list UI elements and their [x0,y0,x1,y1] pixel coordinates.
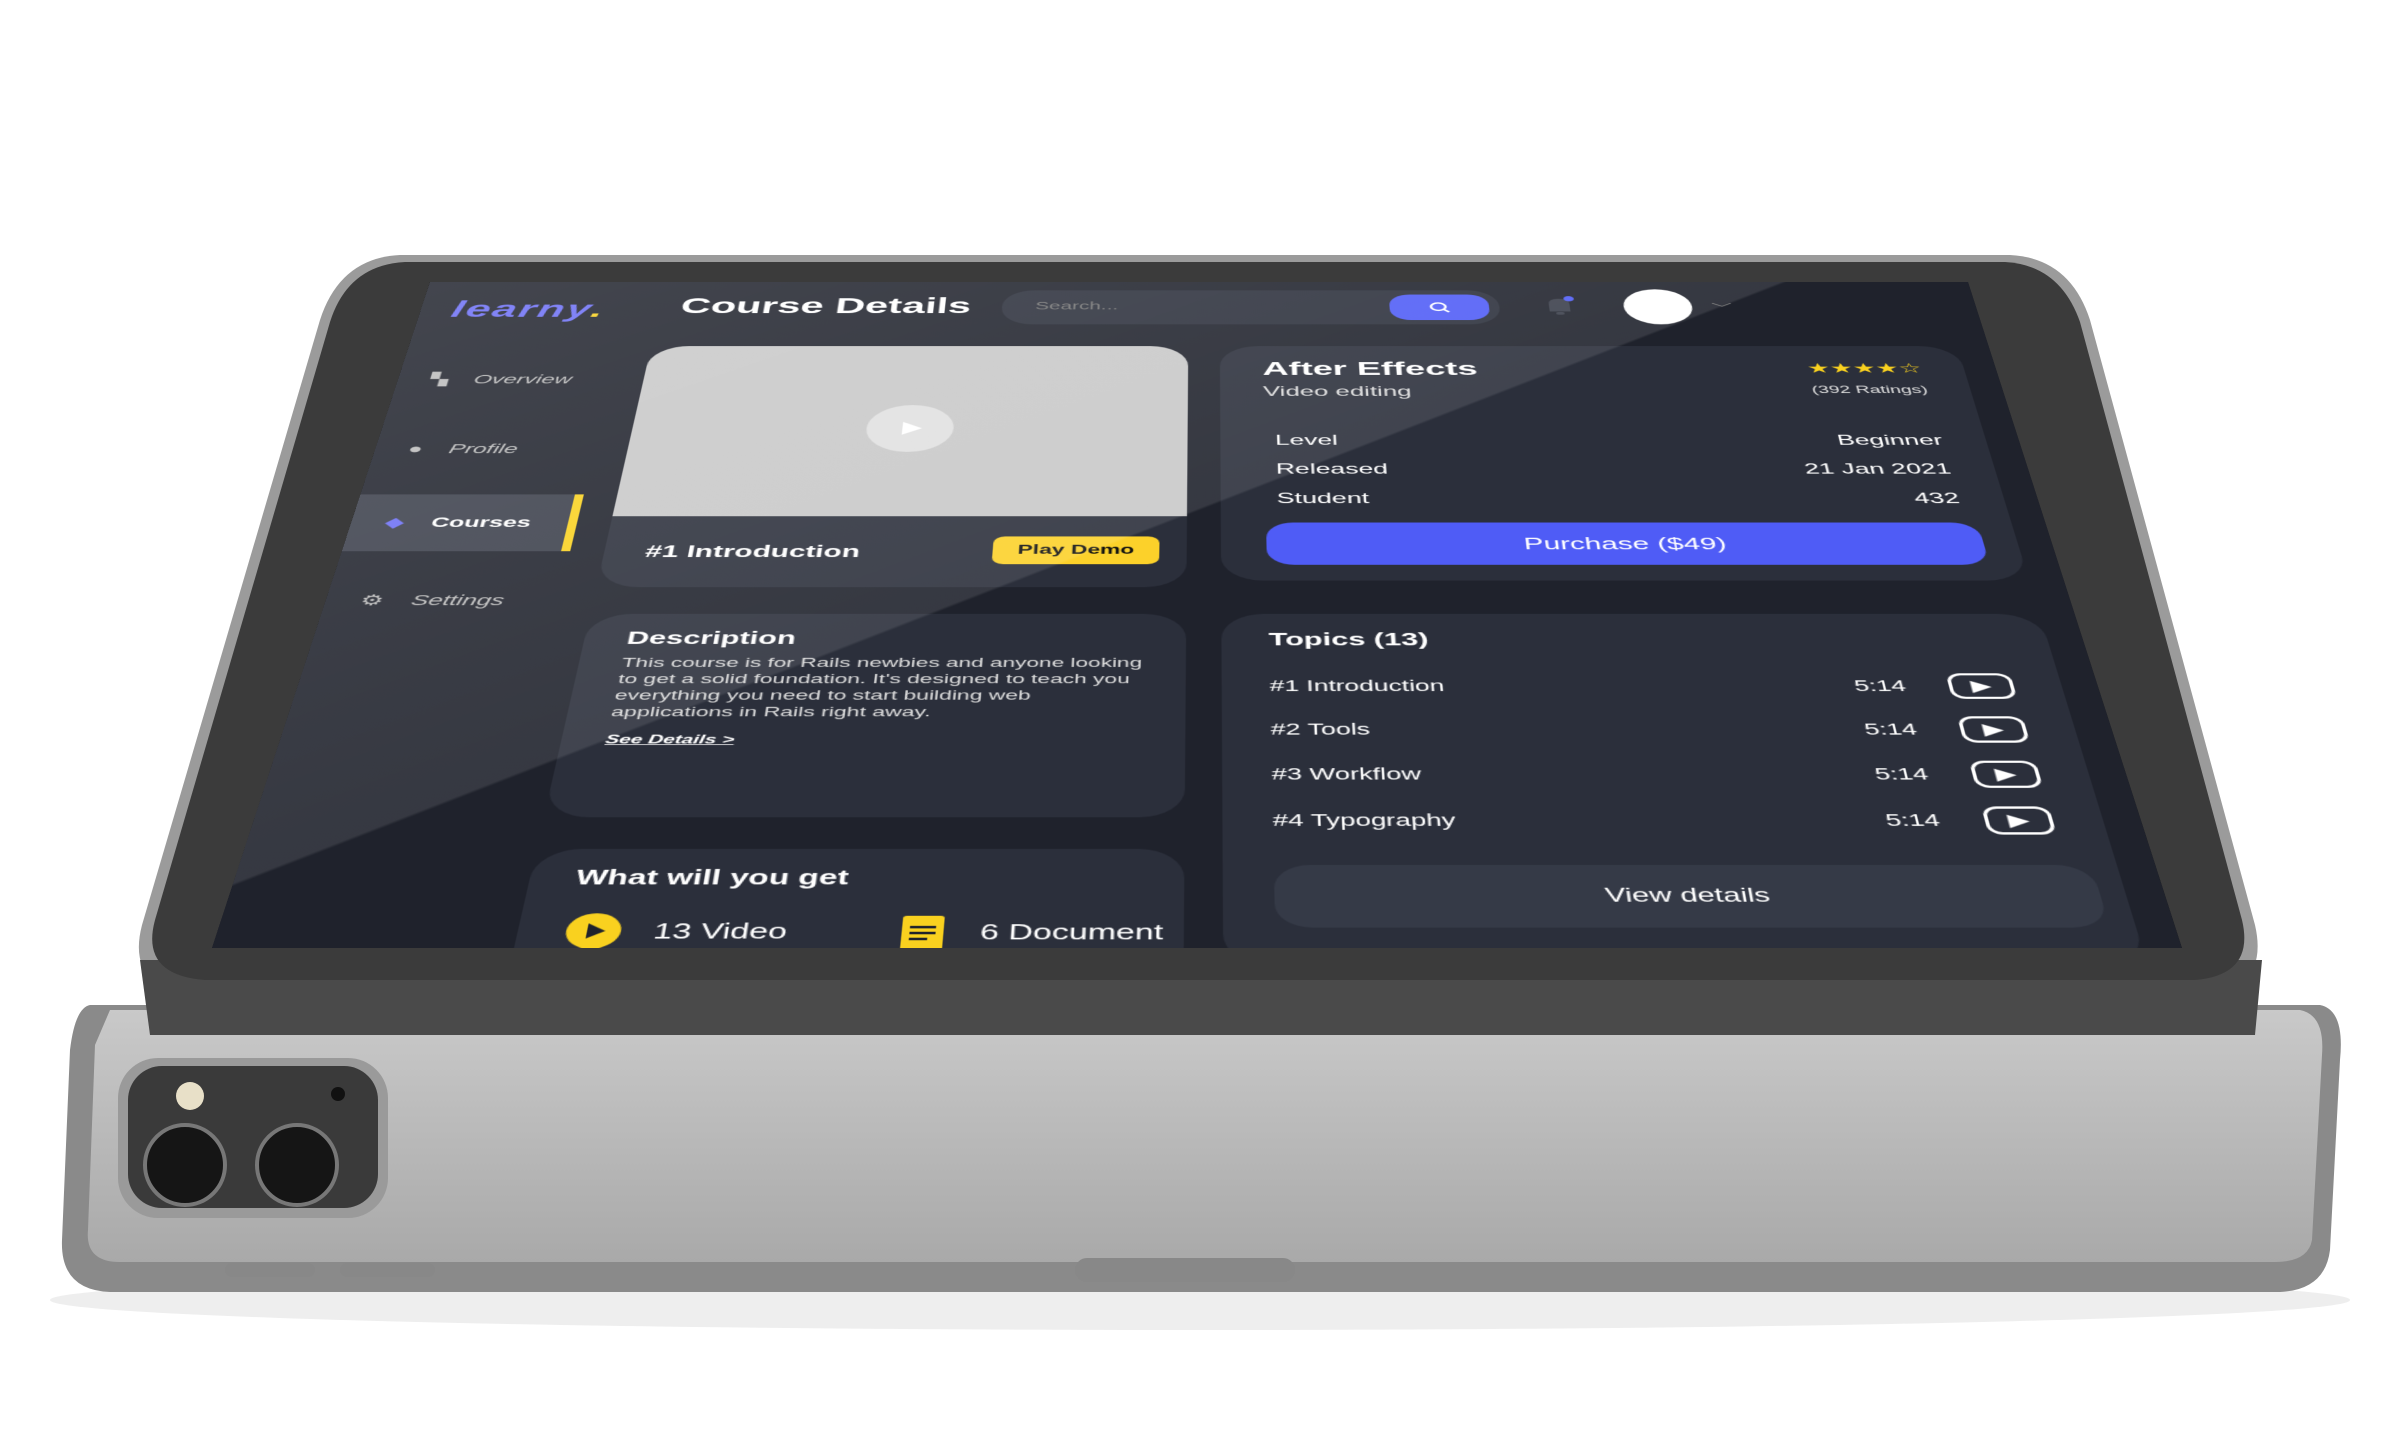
topics-heading: Topics (13) [1268,628,1430,650]
video-player[interactable] [612,346,1189,517]
detail-row: Level Beginner [1274,432,1945,449]
play-icon[interactable]: ▶ [1968,760,2044,788]
search-button[interactable] [1388,294,1491,321]
star-rating: ★★★★☆ [1805,360,1924,377]
play-demo-button[interactable]: Play Demo [991,536,1160,565]
search-bar [1000,290,1502,325]
layers-icon: ◆ [382,514,407,531]
description-card: Description This course is for Rails new… [543,613,1187,818]
course-name: After Effects [1262,358,1479,380]
video-title: #1 Introduction [643,541,862,561]
topic-row[interactable]: #3 Workflow 5:14 ▶ [1271,760,2044,788]
sidebar-item-courses[interactable]: ◆ Courses [341,494,584,552]
video-count: 13 Video [561,912,790,948]
description-text: This course is for Rails newbies and any… [609,655,1143,720]
avatar[interactable] [1620,289,1696,325]
topic-row[interactable]: #1 Introduction 5:14 ▶ [1269,673,2018,699]
app-screen: learny. Course Details ﹀ ▚Overview ●Prof… [211,282,2182,948]
video-card: #1 Introduction Play Demo [596,346,1189,588]
document-count: 6 Document [894,912,1163,948]
detail-row: Student 432 [1276,490,1962,507]
topics-card: Topics (13) #1 Introduction 5:14 ▶ #2 Tool… [1221,613,2148,948]
user-icon: ● [406,441,426,457]
chevron-down-icon[interactable]: ﹀ [1710,300,1734,315]
course-info-card: After Effects Video editing ★★★★☆ (392 R… [1219,346,2030,581]
what-you-get-heading: What will you get [573,864,851,890]
play-icon[interactable]: ▶ [1981,806,2057,835]
detail-row: Released 21 Jan 2021 [1275,460,1953,478]
ratings-count: (392 Ratings) [1810,383,1930,396]
search-input[interactable] [1032,299,1370,314]
document-icon [899,915,945,948]
play-icon[interactable]: ▶ [1945,673,2018,699]
topic-row[interactable]: #2 Tools 5:14 ▶ [1270,716,2031,743]
description-heading: Description [624,627,798,649]
logo: learny. [448,296,609,322]
sidebar-item-overview[interactable]: ▚ Overview [387,346,620,414]
see-details-link[interactable]: See Details > [604,732,736,747]
topic-row[interactable]: #4 Typography 5:14 ▶ [1272,806,2057,835]
course-category: Video editing [1262,383,1413,400]
play-icon[interactable]: ▶ [1956,716,2031,743]
grid-icon: ▚ [427,372,451,387]
gear-icon: ⚙ [358,591,387,609]
search-icon [1427,301,1451,313]
what-you-get-card: What will you get 13 Video 6 Document [498,848,1185,948]
play-icon[interactable] [863,405,956,452]
sidebar-item-profile[interactable]: ● Profile [363,414,603,485]
page-title: Course Details [678,294,973,318]
camera-module [118,1058,388,1218]
view-details-button[interactable]: View details [1273,864,2111,928]
bell-icon[interactable] [1539,296,1579,317]
sidebar-item-settings[interactable]: ⚙ Settings [312,561,567,641]
purchase-button[interactable]: Purchase ($49) [1265,522,1990,565]
play-circle-icon [562,913,625,948]
